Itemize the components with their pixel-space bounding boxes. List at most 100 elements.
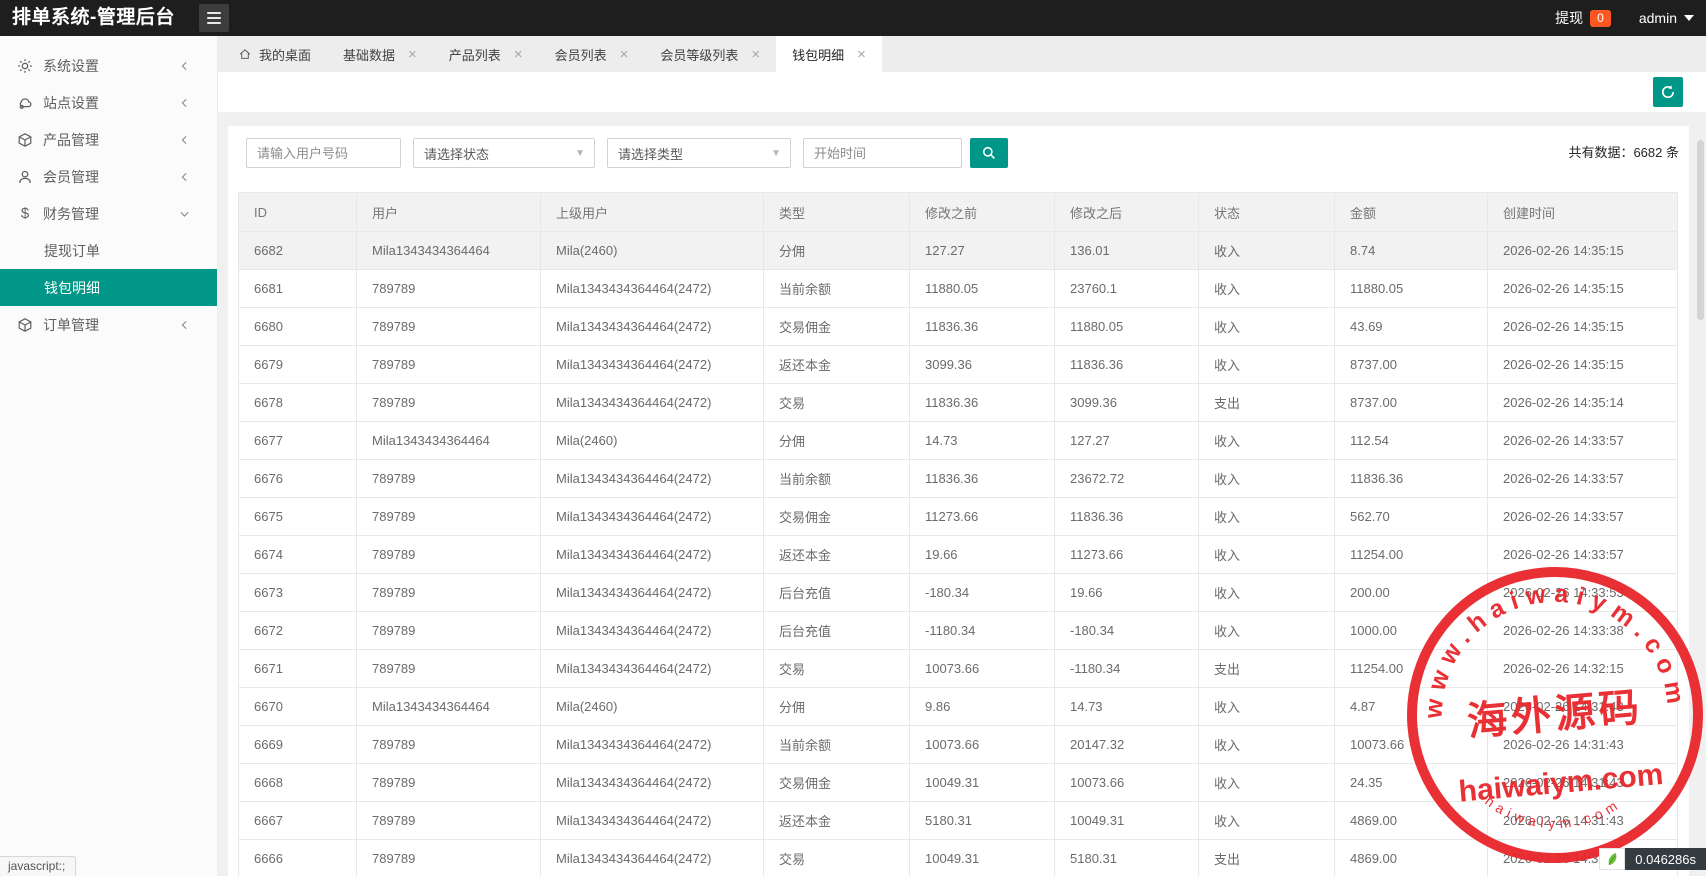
cell-type: 交易 — [763, 383, 910, 422]
close-icon[interactable]: × — [857, 47, 866, 62]
table-row: 6679 789789 Mila1343434364464(2472) 返还本金 309… — [238, 345, 1678, 384]
cell-after: -1180.34 — [1054, 649, 1199, 688]
cell-before: 10049.31 — [909, 763, 1055, 802]
table-row: 6670 Mila1343434364464 Mila(2460) 分佣 9.86 14.… — [238, 687, 1678, 726]
cell-after: 23672.72 — [1054, 459, 1199, 498]
cell-id: 6668 — [238, 763, 357, 802]
cell-type: 后台充值 — [763, 573, 910, 612]
cell-type: 当前余额 — [763, 459, 910, 498]
caret-down-icon: ▼ — [575, 147, 585, 159]
cell-after: 127.27 — [1054, 421, 1199, 460]
cell-id: 6676 — [238, 459, 357, 498]
sidebar-item-finance-management[interactable]: $ 财务管理 — [0, 195, 217, 232]
column-header-id: ID — [238, 192, 357, 232]
sidebar-item-member-management[interactable]: 会员管理 — [0, 158, 217, 195]
cell-amount: 43.69 — [1334, 307, 1488, 346]
cell-type: 后台充值 — [763, 611, 910, 650]
member-icon — [17, 169, 33, 185]
sidebar-item-label: 系统设置 — [43, 57, 99, 74]
debug-bar: 0.046286s — [1599, 848, 1706, 870]
column-header-type: 类型 — [763, 192, 910, 232]
menu-toggle-button[interactable] — [199, 4, 229, 32]
sidebar-item-label: 产品管理 — [43, 131, 99, 148]
search-button[interactable] — [970, 138, 1008, 168]
cell-type: 分佣 — [763, 421, 910, 460]
close-icon[interactable]: × — [751, 47, 760, 62]
cell-after: 23760.1 — [1054, 269, 1199, 308]
table-row: 6681 789789 Mila1343434364464(2472) 当前余额 118… — [238, 269, 1678, 308]
cell-after: 19.66 — [1054, 573, 1199, 612]
sidebar-item-wallet-details[interactable]: 钱包明细 — [0, 269, 217, 306]
type-select[interactable]: 请选择类型 ▼ — [607, 138, 791, 168]
site-icon — [17, 95, 33, 111]
cell-id: 6666 — [238, 839, 357, 876]
withdraw-link[interactable]: 提现 0 — [1555, 8, 1611, 28]
user-number-input[interactable] — [246, 138, 401, 168]
sidebar-item-order-management[interactable]: 订单管理 — [0, 306, 217, 343]
chevron-left-icon — [178, 59, 191, 72]
status-select[interactable]: 请选择状态 ▼ — [413, 138, 595, 168]
withdraw-count-badge: 0 — [1590, 9, 1611, 27]
tab-my-desktop[interactable]: 我的桌面 — [222, 36, 327, 72]
cell-type: 分佣 — [763, 231, 910, 270]
cell-created-at: 2026-02-26 14:32:15 — [1487, 649, 1678, 688]
cell-user: 789789 — [356, 573, 541, 612]
cell-before: 11836.36 — [909, 307, 1055, 346]
thinkphp-leaf-icon[interactable] — [1599, 848, 1626, 870]
user-menu[interactable]: admin — [1639, 10, 1694, 26]
cell-id: 6673 — [238, 573, 357, 612]
cell-after: 5180.31 — [1054, 839, 1199, 876]
sidebar-item-system-settings[interactable]: 系统设置 — [0, 47, 217, 84]
tab-basic-data[interactable]: 基础数据 × — [327, 36, 433, 72]
sidebar-item-withdraw-orders[interactable]: 提现订单 — [0, 232, 217, 269]
tab-member-list[interactable]: 会员列表 × — [539, 36, 645, 72]
cell-amount: 10073.66 — [1334, 725, 1488, 764]
cell-parent-user: Mila1343434364464(2472) — [540, 345, 764, 384]
cell-type: 当前余额 — [763, 725, 910, 764]
caret-down-icon — [1684, 15, 1694, 21]
column-header-before: 修改之前 — [909, 192, 1055, 232]
close-icon[interactable]: × — [620, 47, 629, 62]
scrollbar-thumb[interactable] — [1697, 140, 1704, 320]
column-header-amount: 金额 — [1334, 192, 1488, 232]
cell-after: 3099.36 — [1054, 383, 1199, 422]
refresh-button[interactable] — [1653, 77, 1683, 107]
cell-id: 6675 — [238, 497, 357, 536]
sidebar-item-label: 财务管理 — [43, 205, 99, 222]
cell-amount: 8.74 — [1334, 231, 1488, 270]
cell-id: 6670 — [238, 687, 357, 726]
cell-before: 5180.31 — [909, 801, 1055, 840]
table-row: 6673 789789 Mila1343434364464(2472) 后台充值 -18… — [238, 573, 1678, 612]
cell-parent-user: Mila1343434364464(2472) — [540, 497, 764, 536]
cell-id: 6679 — [238, 345, 357, 384]
close-icon[interactable]: × — [514, 47, 523, 62]
tab-wallet-details[interactable]: 钱包明细 × — [776, 36, 882, 72]
start-time-input[interactable] — [803, 138, 962, 168]
cell-status: 收入 — [1198, 725, 1335, 764]
table-row: 6668 789789 Mila1343434364464(2472) 交易佣金 100… — [238, 763, 1678, 802]
tab-member-level-list[interactable]: 会员等级列表 × — [644, 36, 776, 72]
cell-user: 789789 — [356, 535, 541, 574]
cell-parent-user: Mila(2460) — [540, 231, 764, 270]
cell-type: 分佣 — [763, 687, 910, 726]
cell-user: 789789 — [356, 649, 541, 688]
cell-type: 当前余额 — [763, 269, 910, 308]
cell-user: 789789 — [356, 497, 541, 536]
sidebar-item-product-management[interactable]: 产品管理 — [0, 121, 217, 158]
cell-status: 收入 — [1198, 307, 1335, 346]
cell-before: 10049.31 — [909, 839, 1055, 876]
close-icon[interactable]: × — [408, 47, 417, 62]
cell-before: 11273.66 — [909, 497, 1055, 536]
cell-parent-user: Mila1343434364464(2472) — [540, 573, 764, 612]
cell-user: Mila1343434364464 — [356, 231, 541, 270]
sidebar-item-site-settings[interactable]: 站点设置 — [0, 84, 217, 121]
cell-created-at: 2026-02-26 14:35:15 — [1487, 307, 1678, 346]
cell-before: 11836.36 — [909, 383, 1055, 422]
cell-before: 3099.36 — [909, 345, 1055, 384]
cell-id: 6672 — [238, 611, 357, 650]
tab-product-list[interactable]: 产品列表 × — [433, 36, 539, 72]
cell-before: 19.66 — [909, 535, 1055, 574]
cell-created-at: 2026-02-26 14:35:15 — [1487, 231, 1678, 270]
cell-status: 收入 — [1198, 611, 1335, 650]
cell-amount: 11254.00 — [1334, 535, 1488, 574]
